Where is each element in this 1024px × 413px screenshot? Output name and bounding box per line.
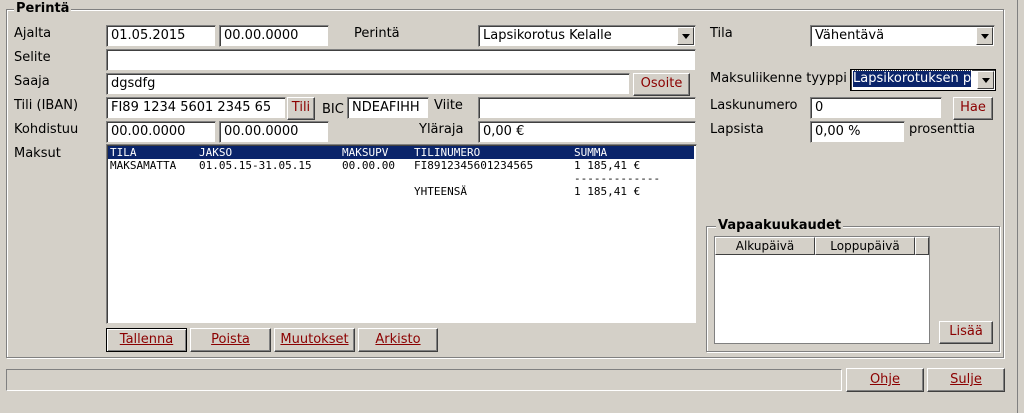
tallenna-label: Tallenna [119, 332, 174, 347]
kohdistuu-from-field[interactable]: 00.00.0000 [106, 121, 216, 143]
sulje-button[interactable]: Sulje [927, 368, 1005, 392]
vapaakuukaudet-table[interactable]: Alkupäivä Loppupäivä [714, 236, 930, 344]
tila-label: Tila [710, 26, 733, 41]
prosenttia-label: prosenttia [909, 122, 976, 137]
filler-header [915, 237, 929, 255]
muutokset-label: Muutokset [280, 332, 349, 347]
sulje-label: Sulje [950, 372, 982, 387]
payments-separator: ------------- [574, 172, 661, 185]
muutokset-button[interactable]: Muutokset [274, 328, 355, 352]
tili-button[interactable]: Tili [287, 97, 315, 120]
alkupaiva-header[interactable]: Alkupäivä [715, 237, 815, 255]
loppupaiva-header[interactable]: Loppupäivä [815, 237, 915, 255]
tila-select-value: Vähentävä [815, 28, 885, 43]
row-maksupv: 00.00.00 [342, 159, 395, 172]
maksut-label: Maksut [14, 146, 61, 161]
ajalta-to-field[interactable]: 00.00.0000 [219, 25, 329, 47]
perinta-select-value: Lapsikorotus Kelalle [483, 28, 612, 43]
poista-button[interactable]: Poista [190, 328, 271, 352]
ohje-label: Ohje [869, 372, 901, 387]
laskunumero-field[interactable]: 0 [810, 97, 942, 119]
header-summa: SUMMA [574, 146, 608, 159]
laskunumero-label: Laskunumero [710, 98, 798, 113]
payments-total-value: 1 185,41 € [574, 185, 641, 198]
maksuliikenne-select-value: Lapsikorotuksen p [851, 70, 973, 88]
header-tila: TILA [110, 146, 137, 159]
bic-field[interactable]: NDEAFIHH [347, 97, 429, 119]
payment-row[interactable]: MAKSAMATTA 01.05.15-31.05.15 00.00.00 FI… [108, 159, 694, 172]
row-tilinumero: FI8912345601234565 [414, 159, 534, 172]
perinta-group-title: Perintä [14, 1, 72, 16]
poista-label: Poista [211, 332, 250, 347]
arkisto-label: Arkisto [375, 332, 421, 347]
lisaa-button[interactable]: Lisää [939, 321, 993, 344]
ajalta-from-field[interactable]: 01.05.2015 [106, 25, 216, 47]
lapsista-field[interactable]: 0,00 % [810, 121, 905, 143]
header-tilinumero: TILINUMERO [414, 146, 481, 159]
row-jakso: 01.05.15-31.05.15 [199, 159, 312, 172]
selite-label: Selite [14, 50, 51, 65]
header-maksupv: MAKSUPV [342, 146, 389, 159]
vapaakuukaudet-title: Vapaakuukaudet [716, 218, 844, 233]
tili-iban-label: Tili (IBAN) [14, 98, 79, 113]
viite-label: Viite [434, 98, 463, 113]
ohje-button[interactable]: Ohje [846, 368, 924, 392]
arkisto-button[interactable]: Arkisto [358, 328, 438, 352]
chevron-down-icon[interactable] [977, 71, 994, 89]
header-jakso: JAKSO [199, 146, 233, 159]
saaja-label: Saaja [14, 74, 50, 89]
bic-label: BIC [322, 102, 344, 117]
window-edge [1017, 0, 1018, 413]
kohdistuu-label: Kohdistuu [14, 122, 79, 137]
payments-header: TILA JAKSO MAKSUPV TILINUMERO SUMMA [108, 146, 694, 159]
selite-field[interactable] [106, 49, 696, 71]
maksuliikenne-select[interactable]: Lapsikorotuksen p [850, 69, 996, 91]
status-bar [6, 369, 842, 391]
loppupaiva-header-label: Loppupäivä [830, 239, 900, 253]
perinta-select[interactable]: Lapsikorotus Kelalle [478, 25, 696, 47]
maksuliikenne-label: Maksuliikenne tyyppi [710, 71, 847, 86]
kohdistuu-to-field[interactable]: 00.00.0000 [219, 121, 329, 143]
row-summa: 1 185,41 € [574, 159, 641, 172]
tila-select[interactable]: Vähentävä [810, 25, 995, 47]
viite-field[interactable] [478, 97, 696, 119]
row-tila: MAKSAMATTA [110, 159, 177, 172]
alkupaiva-header-label: Alkupäivä [735, 239, 795, 253]
payments-list[interactable]: TILA JAKSO MAKSUPV TILINUMERO SUMMA MAKS… [106, 144, 697, 324]
osoite-button[interactable]: Osoite [633, 73, 690, 96]
tallenna-button[interactable]: Tallenna [106, 328, 187, 352]
perinta-label: Perintä [354, 26, 400, 41]
ajalta-label: Ajalta [14, 26, 52, 41]
payments-total-label: YHTEENSÄ [414, 185, 467, 198]
chevron-down-icon[interactable] [677, 27, 694, 45]
saaja-field[interactable]: dgsdfg [106, 73, 630, 95]
chevron-down-icon[interactable] [976, 27, 993, 45]
hae-button[interactable]: Hae [953, 97, 993, 120]
ylaraja-field[interactable]: 0,00 € [478, 121, 696, 143]
ylaraja-label: Yläraja [419, 122, 464, 137]
iban-field[interactable]: FI89 1234 5601 2345 65 [106, 97, 286, 119]
lapsista-label: Lapsista [710, 122, 764, 137]
